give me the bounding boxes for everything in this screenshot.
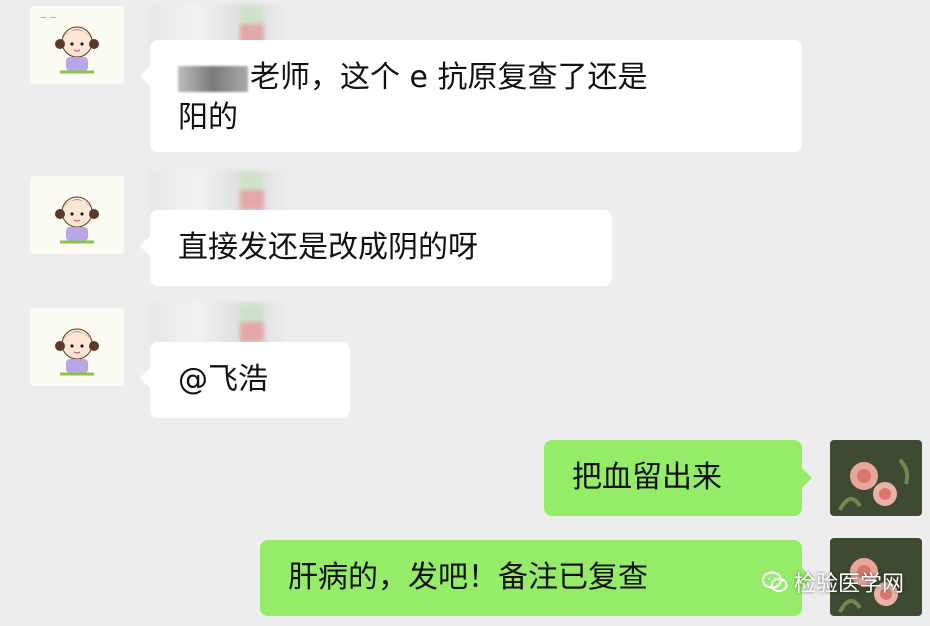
redacted-name <box>178 65 248 92</box>
cartoon-girl-avatar-icon[interactable] <box>30 308 124 386</box>
svg-text:⁓ ⁓: ⁓ ⁓ <box>40 14 56 22</box>
message-bubble[interactable]: 把血留出来 <box>544 440 812 516</box>
message-text: 把血留出来 <box>572 460 722 495</box>
sender-name-redacted <box>148 302 288 346</box>
watermark: 检验医学网 <box>761 566 904 598</box>
wechat-logo-icon <box>761 571 788 592</box>
message-text: 肝病的，发吧！备注已复查 <box>288 560 648 595</box>
sender-name-redacted <box>148 170 288 214</box>
message-bubble[interactable]: @飞浩 <box>140 342 350 418</box>
message-bubble[interactable]: 老师，这个 e 抗原复查了还是 阳的 <box>140 40 802 152</box>
chat-window: ⁓ ⁓ 老师，这个 e 抗原复查了还是 阳的 直接发还是改成阴的呀 @飞浩 把血… <box>0 0 930 626</box>
rose-avatar-icon[interactable] <box>830 440 922 516</box>
message-bubble[interactable]: 肝病的，发吧！备注已复查 <box>260 540 812 616</box>
message-text-line: 阳的 <box>178 100 238 135</box>
cartoon-girl-avatar-icon[interactable]: ⁓ ⁓ <box>30 6 124 84</box>
message-text-line: 老师，这个 e 抗原复查了还是 <box>250 60 648 95</box>
message-text: 直接发还是改成阴的呀 <box>178 230 478 265</box>
cartoon-girl-avatar-icon[interactable] <box>30 176 124 254</box>
message-bubble[interactable]: 直接发还是改成阴的呀 <box>140 210 612 286</box>
watermark-text: 检验医学网 <box>793 572 904 597</box>
message-text: @飞浩 <box>178 362 268 397</box>
